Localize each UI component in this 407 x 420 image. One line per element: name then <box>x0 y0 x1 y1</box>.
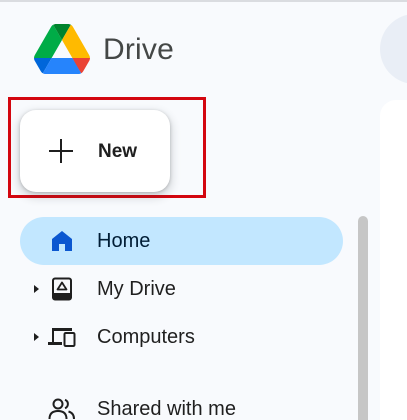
computers-icon <box>48 328 76 347</box>
expand-arrow-icon[interactable] <box>34 333 39 341</box>
sidebar-item-computers[interactable]: Computers <box>20 313 343 361</box>
sidebar-item-home[interactable]: Home <box>20 217 343 265</box>
my-drive-icon <box>52 277 72 301</box>
sidebar-scrollbar[interactable] <box>358 216 368 420</box>
search-bar[interactable] <box>380 14 407 84</box>
home-icon <box>52 231 72 251</box>
sidebar-item-label: Computers <box>97 326 195 348</box>
expand-arrow-icon[interactable] <box>34 285 39 293</box>
google-drive-logo-icon[interactable] <box>33 24 91 74</box>
main-content-panel <box>380 100 407 420</box>
sidebar-item-shared-with-me[interactable]: Shared with me <box>20 385 343 420</box>
plus-icon <box>49 139 73 163</box>
shared-with-me-icon <box>48 398 75 420</box>
new-button-label: New <box>98 141 138 162</box>
product-name[interactable]: Drive <box>103 30 174 70</box>
sidebar-item-label: Home <box>97 230 151 252</box>
sidebar-item-label: Shared with me <box>97 398 236 420</box>
drive-page: Drive New Home My Drive Computers Shared… <box>0 0 407 420</box>
sidebar-item-label: My Drive <box>97 278 176 300</box>
top-divider <box>0 0 407 2</box>
new-button[interactable]: New <box>20 110 170 192</box>
sidebar-item-my-drive[interactable]: My Drive <box>20 265 343 313</box>
